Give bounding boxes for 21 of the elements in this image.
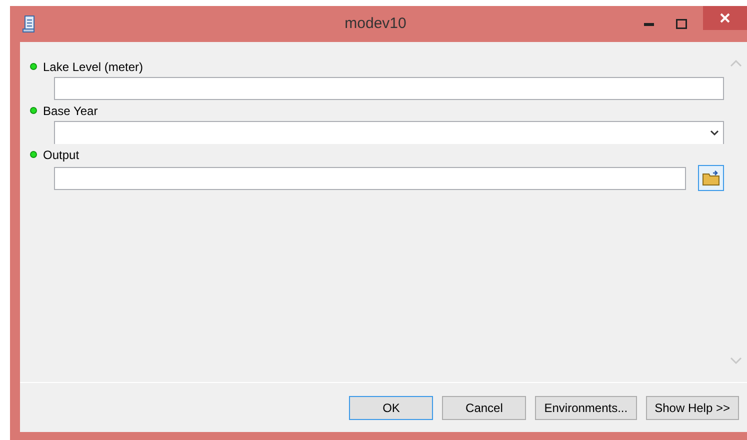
dropdown-field[interactable] (54, 121, 724, 144)
scroll-down-icon (730, 357, 742, 364)
folder-icon (702, 170, 720, 186)
scroll-icon (22, 15, 36, 33)
dialog-button[interactable]: Cancel (442, 396, 526, 420)
close-button[interactable] (703, 6, 747, 30)
parameter-label: Base Year (43, 102, 98, 120)
input-field[interactable] (54, 166, 686, 190)
dialog-button[interactable]: Environments... (535, 396, 637, 420)
browse-button[interactable] (698, 165, 724, 191)
window-title: modev10 (344, 14, 408, 34)
input-field[interactable] (54, 77, 724, 100)
dialog-button[interactable]: Show Help >> (646, 396, 739, 420)
chevron-down-icon (710, 130, 719, 136)
dialog-button[interactable]: OK (349, 396, 434, 420)
maximize-icon (676, 19, 686, 29)
scroll-up-icon (730, 60, 742, 67)
close-icon (720, 13, 730, 23)
parameter-label: Lake Level (meter) (43, 58, 144, 76)
minimize-icon (644, 22, 654, 26)
parameter-label: Output (43, 146, 80, 164)
